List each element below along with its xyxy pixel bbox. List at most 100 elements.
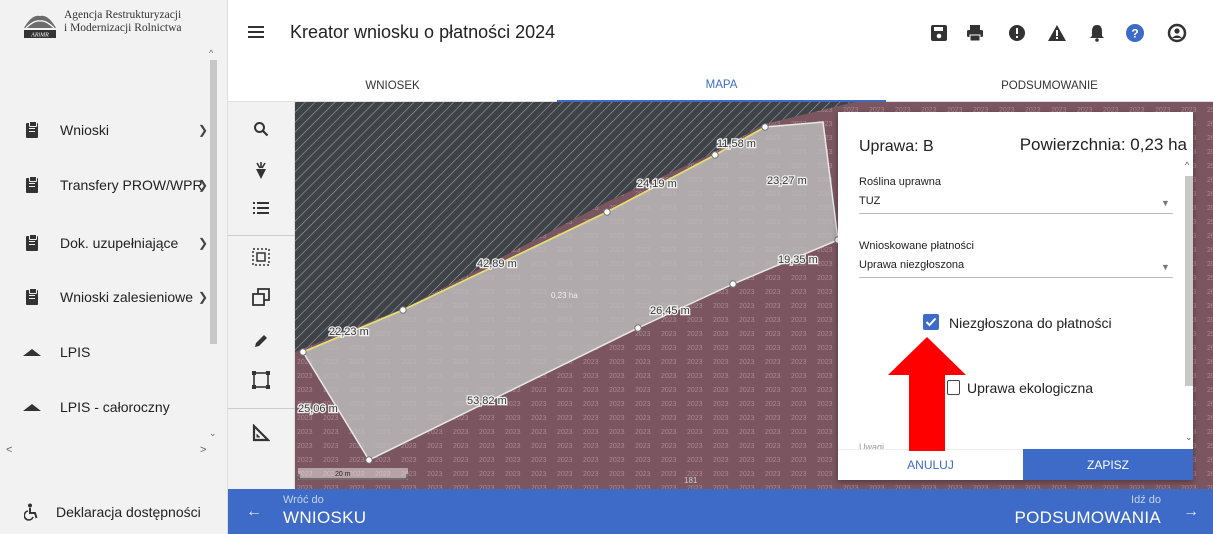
scale-bar-label: 20 m — [335, 471, 351, 478]
logo-line1: Agencja Restrukturyzacji — [64, 9, 182, 21]
sidebar-item-dok-uzupelniajace[interactable]: Dok. uzupełniające ❯ — [0, 228, 210, 258]
pencil-icon[interactable] — [248, 328, 274, 354]
scroll-down-icon[interactable]: ⌄ — [1185, 432, 1193, 443]
crop-plant-label: Roślina uprawna — [859, 176, 941, 188]
go-to-summary-button[interactable]: Idź do PODSUMOWANIA → — [953, 489, 1213, 534]
sidebar-scrollbar[interactable]: ^ ⌄ — [209, 48, 219, 444]
panel-area: Powierzchnia: 0,23 ha — [1019, 135, 1187, 154]
sidebar-horizontal-scrollbar[interactable]: < > — [0, 444, 210, 462]
list-icon[interactable] — [248, 195, 274, 221]
tab-wniosek[interactable]: WNIOSEK — [228, 70, 557, 102]
back-small-label: Wróć do — [283, 494, 324, 506]
accessibility-icon — [24, 503, 38, 521]
not-declared-label: Niezgłoszona do płatności — [949, 315, 1112, 331]
chevron-down-icon[interactable]: ❯ — [198, 123, 208, 137]
accessibility-declaration-label: Deklaracja dostępności — [56, 503, 201, 520]
chevron-down-icon[interactable]: ❯ — [198, 236, 208, 250]
chevron-down-icon[interactable]: ❯ — [198, 178, 208, 192]
arrow-left-icon: ← — [246, 503, 262, 520]
sidebar-item-lpis-caloroczny[interactable]: LPIS - całoroczny — [0, 392, 210, 422]
map-label-7: 22,23 m — [329, 326, 369, 338]
map-label-8: 25,06 m — [298, 403, 338, 415]
map-label-9: 53,82 m — [467, 395, 507, 407]
not-declared-checkbox[interactable] — [923, 314, 939, 330]
svg-text:ARiMR: ARiMR — [30, 33, 49, 39]
crop-plant-underline — [859, 213, 1173, 214]
back-to-application-button[interactable]: ← Wróć do WNIOSKU — [228, 489, 488, 534]
bell-icon[interactable] — [1086, 22, 1108, 44]
clipboard-icon — [26, 120, 38, 138]
warning-icon[interactable] — [1046, 22, 1068, 44]
cancel-button[interactable]: ANULUJ — [838, 449, 1023, 480]
clipboard-icon — [26, 233, 38, 251]
scroll-up-icon[interactable]: ^ — [209, 48, 213, 58]
tab-podsumowanie[interactable]: PODSUMOWANIE — [886, 70, 1213, 102]
dropdown-arrow-icon: ▼ — [1161, 198, 1170, 208]
logo-line2: i Modernizacji Rolnictwa — [64, 22, 182, 34]
sidebar-item-wnioski[interactable]: Wnioski ❯ — [0, 115, 210, 145]
map-label-3: 24,19 m — [637, 178, 677, 190]
save-icon[interactable] — [928, 22, 950, 44]
tab-bar: WNIOSEK MAPA PODSUMOWANIE — [228, 70, 1213, 102]
sidebar-item-label: Wnioski — [60, 122, 110, 138]
alert-circle-icon[interactable] — [1006, 22, 1028, 44]
crop-icon[interactable] — [248, 367, 274, 393]
forward-small-label: Idź do — [1131, 494, 1161, 506]
panel-scrollbar[interactable]: ^ ⌄ — [1185, 158, 1193, 448]
map-label-4: 42,89 m — [477, 258, 517, 270]
account-icon[interactable] — [1166, 22, 1188, 44]
clipboard-icon — [26, 175, 38, 193]
payments-value: Uprawa niezgłoszona — [859, 259, 965, 271]
sidebar-scrollbar-thumb[interactable] — [210, 60, 217, 344]
parcel-number-label: 181 — [684, 476, 698, 485]
sidebar-item-wnioski-zalesieniowe[interactable]: Wnioski zalesieniowe ❯ — [0, 282, 210, 312]
sidebar: ARiMR Agencja Restrukturyzacji i Moderni… — [0, 0, 228, 534]
map-label-2: 23,27 m — [767, 175, 807, 187]
map-label-1: 11,58 m — [717, 138, 756, 150]
back-big-label: WNIOSKU — [283, 508, 367, 527]
tab-mapa[interactable]: MAPA — [557, 70, 886, 102]
logo[interactable]: ARiMR Agencja Restrukturyzacji i Moderni… — [0, 0, 228, 58]
panel-title: Uprawa: B — [859, 138, 934, 155]
payments-select[interactable]: Uprawa niezgłoszona ▼ — [838, 254, 1185, 280]
arrow-right-icon: → — [1183, 503, 1199, 520]
sidebar-item-label: LPIS — [60, 344, 91, 360]
save-button[interactable]: ZAPISZ — [1023, 449, 1193, 480]
payments-label: Wnioskowane płatności — [859, 240, 974, 252]
clipboard-icon — [26, 287, 38, 305]
panel-scrollbar-thumb[interactable] — [1185, 176, 1193, 386]
red-arrow-annotation — [888, 337, 966, 451]
map-label-5: 19,35 m — [778, 254, 818, 266]
layers-icon[interactable] — [248, 284, 274, 310]
svg-text:?: ? — [1131, 27, 1138, 41]
accessibility-declaration-link[interactable]: Deklaracja dostępności — [0, 489, 228, 534]
sidebar-item-lpis[interactable]: LPIS — [0, 337, 210, 367]
mountain-icon — [23, 348, 41, 356]
beet-icon[interactable] — [248, 158, 274, 184]
sidebar-item-label: Transfery PROW/WPR — [60, 177, 203, 193]
scroll-right-icon[interactable]: > — [200, 444, 206, 456]
scroll-left-icon[interactable]: < — [6, 444, 12, 456]
map-toolbar — [228, 102, 295, 489]
ruler-icon[interactable] — [248, 420, 274, 446]
help-icon[interactable]: ? — [1124, 22, 1146, 44]
dropdown-arrow-icon: ▼ — [1161, 262, 1170, 272]
sidebar-item-label: LPIS - całoroczny — [60, 399, 170, 415]
scroll-up-icon[interactable]: ^ — [1185, 160, 1189, 170]
scroll-down-icon[interactable]: ⌄ — [209, 428, 217, 439]
print-icon[interactable] — [964, 22, 986, 44]
payments-underline — [859, 277, 1173, 278]
toolbar-divider — [228, 408, 295, 409]
crop-plant-select[interactable]: TUZ ▼ — [838, 190, 1185, 216]
crop-plant-value: TUZ — [859, 195, 881, 207]
search-icon[interactable] — [248, 116, 274, 142]
sidebar-item-label: Dok. uzupełniające — [60, 235, 179, 251]
sidebar-item-transfery[interactable]: Transfery PROW/WPR ❯ — [0, 170, 210, 200]
chevron-down-icon[interactable]: ❯ — [198, 290, 208, 304]
select-area-icon[interactable] — [248, 244, 274, 270]
arimr-logo-icon: ARiMR — [22, 8, 58, 40]
menu-icon[interactable] — [248, 26, 264, 38]
forward-big-label: PODSUMOWANIA — [1014, 508, 1161, 527]
organic-crop-label: Uprawa ekologiczna — [967, 380, 1094, 396]
mountain-icon — [23, 403, 41, 411]
